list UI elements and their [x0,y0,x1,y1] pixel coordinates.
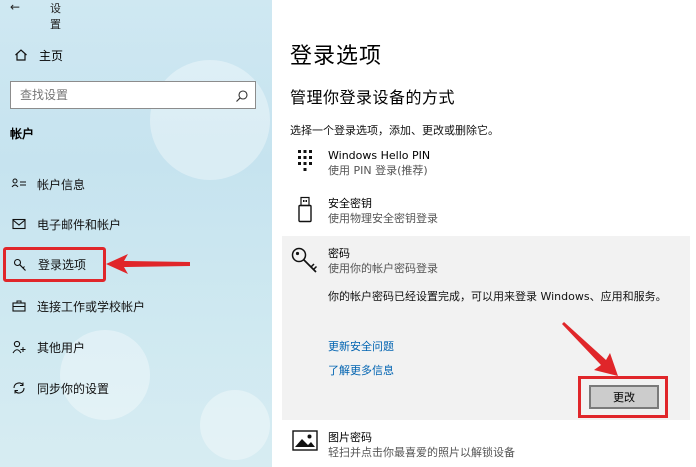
password-panel: 密码 使用你的帐户密码登录 你的帐户密码已经设置完成，可以用来登录 Window… [282,236,690,420]
bokeh-light [200,390,270,460]
keypad-icon [290,148,320,178]
option-password[interactable]: 密码 使用你的帐户密码登录 [290,246,438,276]
option-windows-hello-pin[interactable]: Windows Hello PIN 使用 PIN 登录(推荐) [290,148,430,178]
key-icon [290,246,320,276]
sidebar-item-label: 登录选项 [38,258,87,272]
sidebar-item-label: 帐户信息 [37,177,86,192]
section-heading: 帐户 [10,127,35,141]
nav-home[interactable]: 主页 [12,46,63,64]
person-add-icon [10,338,28,356]
option-desc: 使用物理安全密钥登录 [328,212,438,225]
usb-key-icon [290,196,320,226]
sidebar-item-sign-in-options[interactable]: 登录选项 [3,247,106,282]
mail-icon [10,215,28,233]
sidebar-item-label: 连接工作或学校帐户 [37,299,146,314]
back-arrow-icon[interactable]: ← [10,0,20,14]
page-title: 登录选项 [290,44,383,69]
search-input[interactable] [20,88,235,102]
change-button-highlight: 更改 [578,376,668,418]
person-card-icon [10,175,28,193]
sidebar-item-account-info[interactable]: 帐户信息 [10,173,85,195]
option-desc: 使用 PIN 登录(推荐) [328,164,428,177]
sidebar-item-other-users[interactable]: 其他用户 [10,336,85,358]
option-title: Windows Hello PIN [328,149,431,162]
sidebar: ← 设置 主页 帐户 帐户信息 电子邮件和帐户 登录选项 [0,0,272,467]
instruction-text: 选择一个登录选项，添加、更改或删除它。 [290,124,499,137]
sidebar-item-work-school[interactable]: 连接工作或学校帐户 [10,295,145,317]
search-icon [235,88,249,102]
learn-more-link[interactable]: 了解更多信息 [328,362,394,378]
sidebar-item-sync[interactable]: 同步你的设置 [10,377,109,399]
picture-icon [290,430,320,460]
option-desc: 使用你的帐户密码登录 [328,262,438,275]
option-title: 图片密码 [328,431,372,444]
search-box[interactable] [10,81,256,109]
bokeh-light [150,60,270,180]
key-icon [11,256,29,274]
option-desc: 轻扫并点击你最喜爱的照片以解锁设备 [328,446,515,459]
change-password-button[interactable]: 更改 [589,385,659,409]
option-picture-password[interactable]: 图片密码 轻扫并点击你最喜爱的照片以解锁设备 [290,430,515,460]
sidebar-item-label: 其他用户 [37,340,86,355]
option-title: 安全密钥 [328,197,372,210]
sidebar-item-label: 电子邮件和帐户 [37,217,122,232]
home-icon [12,46,30,64]
password-message: 你的帐户密码已经设置完成，可以用来登录 Windows、应用和服务。 [328,290,667,303]
annotation-arrow-diagonal-icon [562,322,618,376]
page-subtitle: 管理你登录设备的方式 [290,88,456,107]
sidebar-item-email[interactable]: 电子邮件和帐户 [10,213,121,235]
nav-home-label: 主页 [39,48,64,63]
window-title: 设置 [50,2,61,31]
briefcase-icon [10,297,28,315]
main-content: 登录选项 管理你登录设备的方式 选择一个登录选项，添加、更改或删除它。 Wind… [272,0,696,467]
update-security-questions-link[interactable]: 更新安全问题 [328,338,394,354]
option-title: 密码 [328,247,350,260]
option-security-key[interactable]: 安全密钥 使用物理安全密钥登录 [290,196,438,226]
sync-icon [10,379,28,397]
annotation-arrow-left-icon [106,254,190,274]
sidebar-item-label: 同步你的设置 [37,381,110,396]
